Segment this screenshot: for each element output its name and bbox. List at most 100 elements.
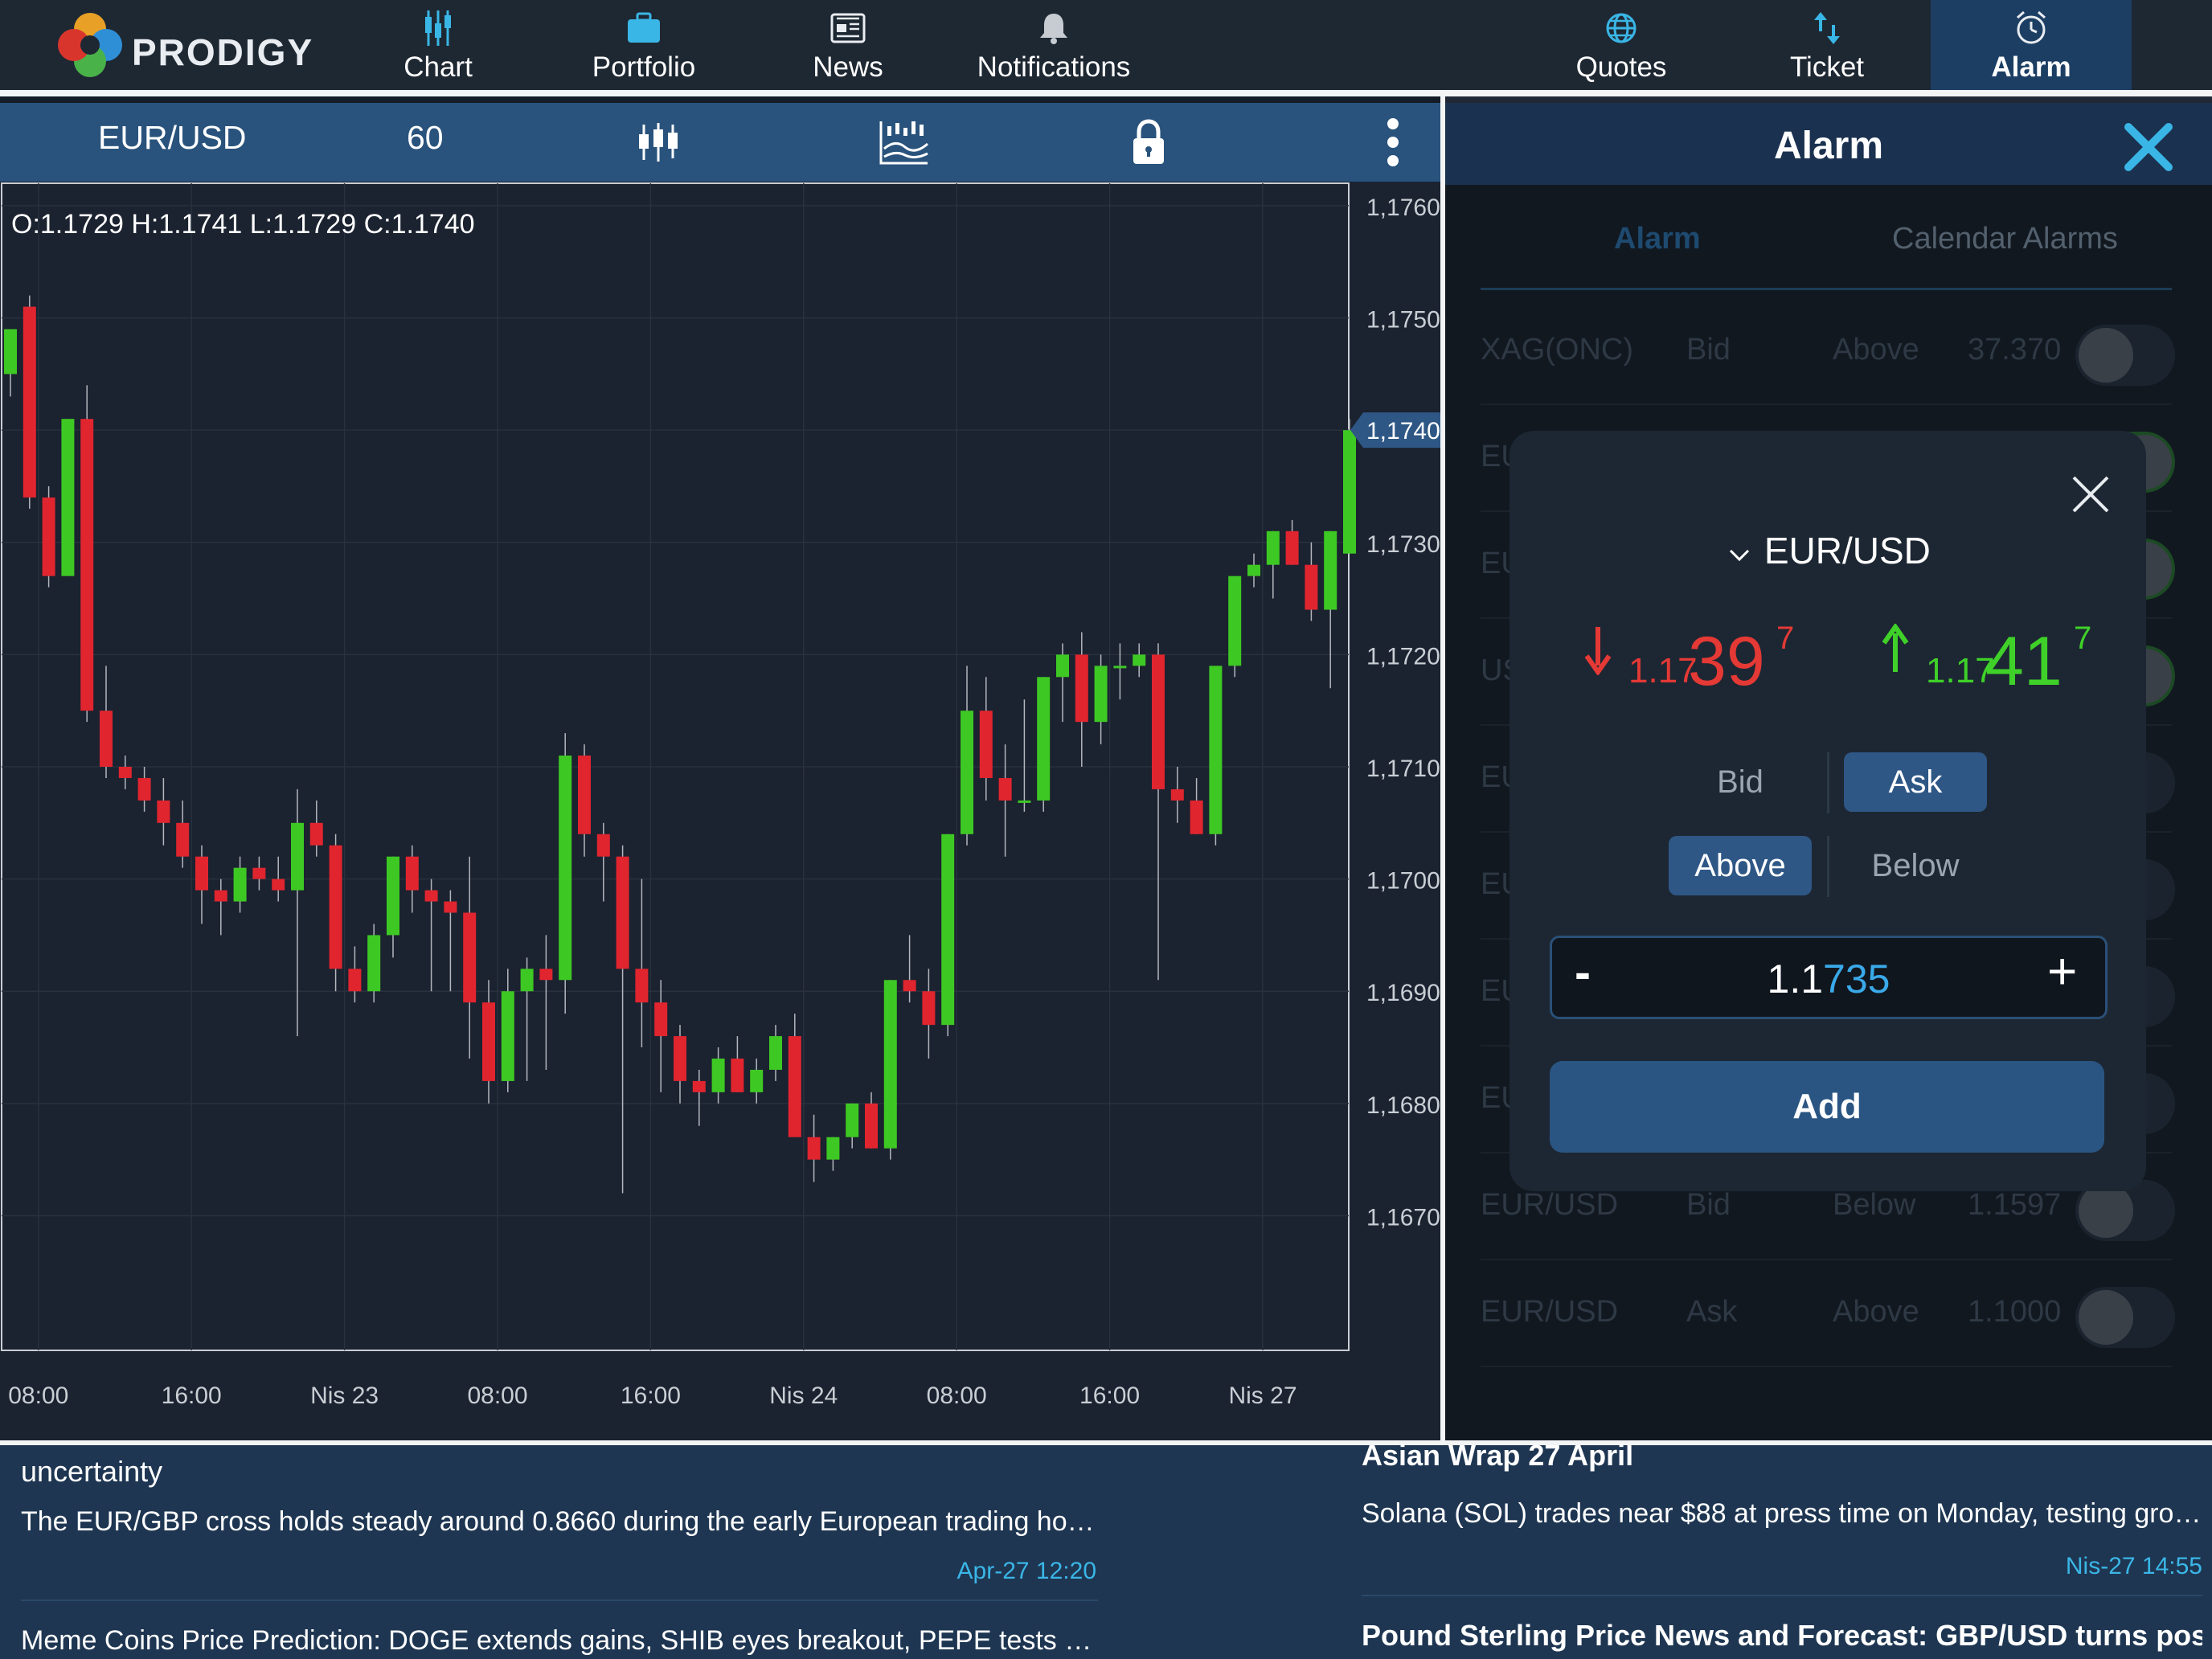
nav-label: Portfolio bbox=[592, 51, 696, 83]
close-icon[interactable] bbox=[2120, 119, 2177, 175]
down-arrow-icon bbox=[1582, 624, 1614, 679]
clover-logo-icon bbox=[58, 13, 122, 77]
bid-option[interactable]: Bid bbox=[1669, 752, 1812, 812]
alarm-clock-icon bbox=[1931, 8, 2132, 48]
symbol-selector[interactable]: EUR/USD bbox=[98, 119, 247, 157]
bid-price-fraction: 7 bbox=[1776, 621, 1795, 656]
dialog-close-icon[interactable] bbox=[2062, 466, 2119, 522]
candle-body bbox=[348, 969, 362, 992]
candle-body bbox=[1247, 564, 1260, 576]
alarm-symbol: EUR/USD bbox=[1481, 1188, 1619, 1222]
nav-notifications[interactable]: Notifications bbox=[953, 0, 1154, 90]
increment-button[interactable]: + bbox=[2047, 941, 2077, 1001]
candle-body bbox=[214, 890, 227, 902]
candle-body bbox=[616, 856, 629, 969]
nav-alarm[interactable]: Alarm bbox=[1931, 0, 2132, 90]
segment-divider bbox=[1827, 752, 1829, 813]
candle-body bbox=[731, 1059, 744, 1092]
more-vertical-icon[interactable] bbox=[1365, 114, 1421, 170]
ask-price-fraction: 7 bbox=[2074, 621, 2092, 656]
alarm-direction: Below bbox=[1833, 1188, 1916, 1222]
candle-body bbox=[788, 1036, 801, 1137]
news-item-summary[interactable]: The EUR/GBP cross holds steady around 0.… bbox=[21, 1506, 1098, 1538]
candle-body bbox=[941, 834, 955, 1026]
nav-label: News bbox=[813, 51, 883, 83]
candle-body bbox=[539, 969, 553, 981]
alarm-symbol: XAG(ONC) bbox=[1481, 333, 1633, 367]
y-axis-tick-label: 1,1710 bbox=[1366, 756, 1440, 782]
candle-body bbox=[252, 867, 266, 879]
candle-body bbox=[137, 777, 151, 801]
alarm-toggle[interactable] bbox=[2075, 1287, 2175, 1348]
candle-body bbox=[769, 1036, 782, 1070]
news-item-title[interactable]: Asian Wrap 27 April bbox=[1362, 1439, 1633, 1473]
candle-body bbox=[635, 969, 649, 1003]
candle-body bbox=[61, 419, 75, 576]
candle-body bbox=[444, 901, 457, 913]
candle-body bbox=[42, 497, 55, 576]
globe-icon bbox=[1521, 8, 1722, 48]
candle-type-icon[interactable] bbox=[630, 114, 686, 170]
candle-body bbox=[711, 1059, 725, 1092]
tab-calendar-alarms[interactable]: Calendar Alarms bbox=[1892, 222, 2118, 256]
x-axis-tick-label: Nis 23 bbox=[310, 1382, 379, 1409]
y-axis-tick-label: 1,1670 bbox=[1366, 1204, 1440, 1231]
price-chart[interactable]: 1,1760 1,1750 1,1730 1,1720 1,1710 1,1700 1,16… bbox=[0, 182, 1440, 1440]
candle-body bbox=[424, 890, 438, 902]
candle-body bbox=[1075, 654, 1088, 723]
candle-body bbox=[501, 991, 514, 1081]
alarm-row[interactable]: XAG(ONC) Bid Above 37.370 bbox=[1481, 297, 2175, 405]
ask-price-prefix: 1.17 bbox=[1926, 651, 1995, 690]
nav-label: Quotes bbox=[1575, 51, 1667, 83]
indicators-icon[interactable] bbox=[876, 114, 932, 170]
nav-chart[interactable]: Chart bbox=[338, 0, 539, 90]
interval-selector[interactable]: 60 bbox=[407, 119, 444, 157]
candle-body bbox=[692, 1080, 706, 1092]
candle-body bbox=[865, 1103, 878, 1149]
nav-portfolio[interactable]: Portfolio bbox=[543, 0, 744, 90]
candle-body bbox=[1037, 677, 1051, 801]
y-axis-tick-label: 1,1720 bbox=[1366, 643, 1440, 670]
price-value-input[interactable]: 1.1735 bbox=[1552, 956, 2105, 1002]
news-item-summary[interactable]: Solana (SOL) trades near $88 at press ti… bbox=[1362, 1498, 2202, 1530]
candle-body bbox=[1343, 430, 1356, 554]
alarm-direction: Above bbox=[1833, 1295, 1919, 1329]
y-axis-tick-label: 1,1700 bbox=[1366, 868, 1440, 895]
y-axis-tick-label: 1,1750 bbox=[1366, 307, 1440, 334]
ask-price: 1.17 41 7 bbox=[1879, 616, 2120, 700]
add-alarm-button[interactable]: Add bbox=[1550, 1061, 2104, 1153]
news-item-title[interactable]: uncertainty bbox=[21, 1455, 162, 1489]
toggle-knob bbox=[2079, 1290, 2133, 1345]
news-separator bbox=[21, 1600, 1098, 1601]
candle-body bbox=[482, 1002, 495, 1081]
price-value-prefix: 1.1 bbox=[1767, 956, 1824, 1002]
news-separator bbox=[1362, 1595, 2202, 1596]
alarm-toggle[interactable] bbox=[2075, 325, 2175, 386]
news-item-title[interactable]: Meme Coins Price Prediction: DOGE extend… bbox=[21, 1625, 1098, 1657]
above-option[interactable]: Above bbox=[1669, 836, 1812, 895]
nav-news[interactable]: News bbox=[748, 0, 948, 90]
brand-name: PRODIGY bbox=[132, 31, 314, 73]
candle-body bbox=[559, 756, 572, 981]
candle-body bbox=[100, 711, 113, 767]
candlestick-chart[interactable]: 1,1760 1,1750 1,1730 1,1720 1,1710 1,1700 1,16… bbox=[0, 182, 1440, 1440]
alarm-row[interactable]: EUR/USD Ask Above 1.1000 bbox=[1481, 1260, 2175, 1367]
candle-body bbox=[309, 822, 323, 846]
lock-icon[interactable] bbox=[1120, 114, 1177, 170]
nav-quotes[interactable]: Quotes bbox=[1521, 0, 1722, 90]
candle-body bbox=[463, 912, 477, 1003]
ask-option[interactable]: Ask bbox=[1844, 752, 1987, 812]
dialog-symbol-selector[interactable]: EUR/USD bbox=[1509, 529, 2146, 572]
tab-alarm[interactable]: Alarm bbox=[1614, 222, 1701, 256]
alarm-side: Bid bbox=[1686, 1188, 1731, 1222]
ask-price-pips: 41 bbox=[1985, 623, 2062, 700]
transfer-arrows-icon bbox=[1727, 8, 1927, 48]
candle-body bbox=[998, 777, 1012, 801]
nav-ticket[interactable]: Ticket bbox=[1727, 0, 1927, 90]
below-option[interactable]: Below bbox=[1844, 836, 1987, 895]
chart-toolbar: EUR/USD 60 bbox=[0, 103, 1440, 182]
news-item-title[interactable]: Pound Sterling Price News and Forecast: … bbox=[1362, 1619, 2202, 1653]
candle-body bbox=[578, 756, 591, 834]
news-column-right: Asian Wrap 27 April Solana (SOL) trades … bbox=[1347, 1439, 2212, 1659]
news-ticker: uncertainty The EUR/GBP cross holds stea… bbox=[0, 1439, 2212, 1659]
